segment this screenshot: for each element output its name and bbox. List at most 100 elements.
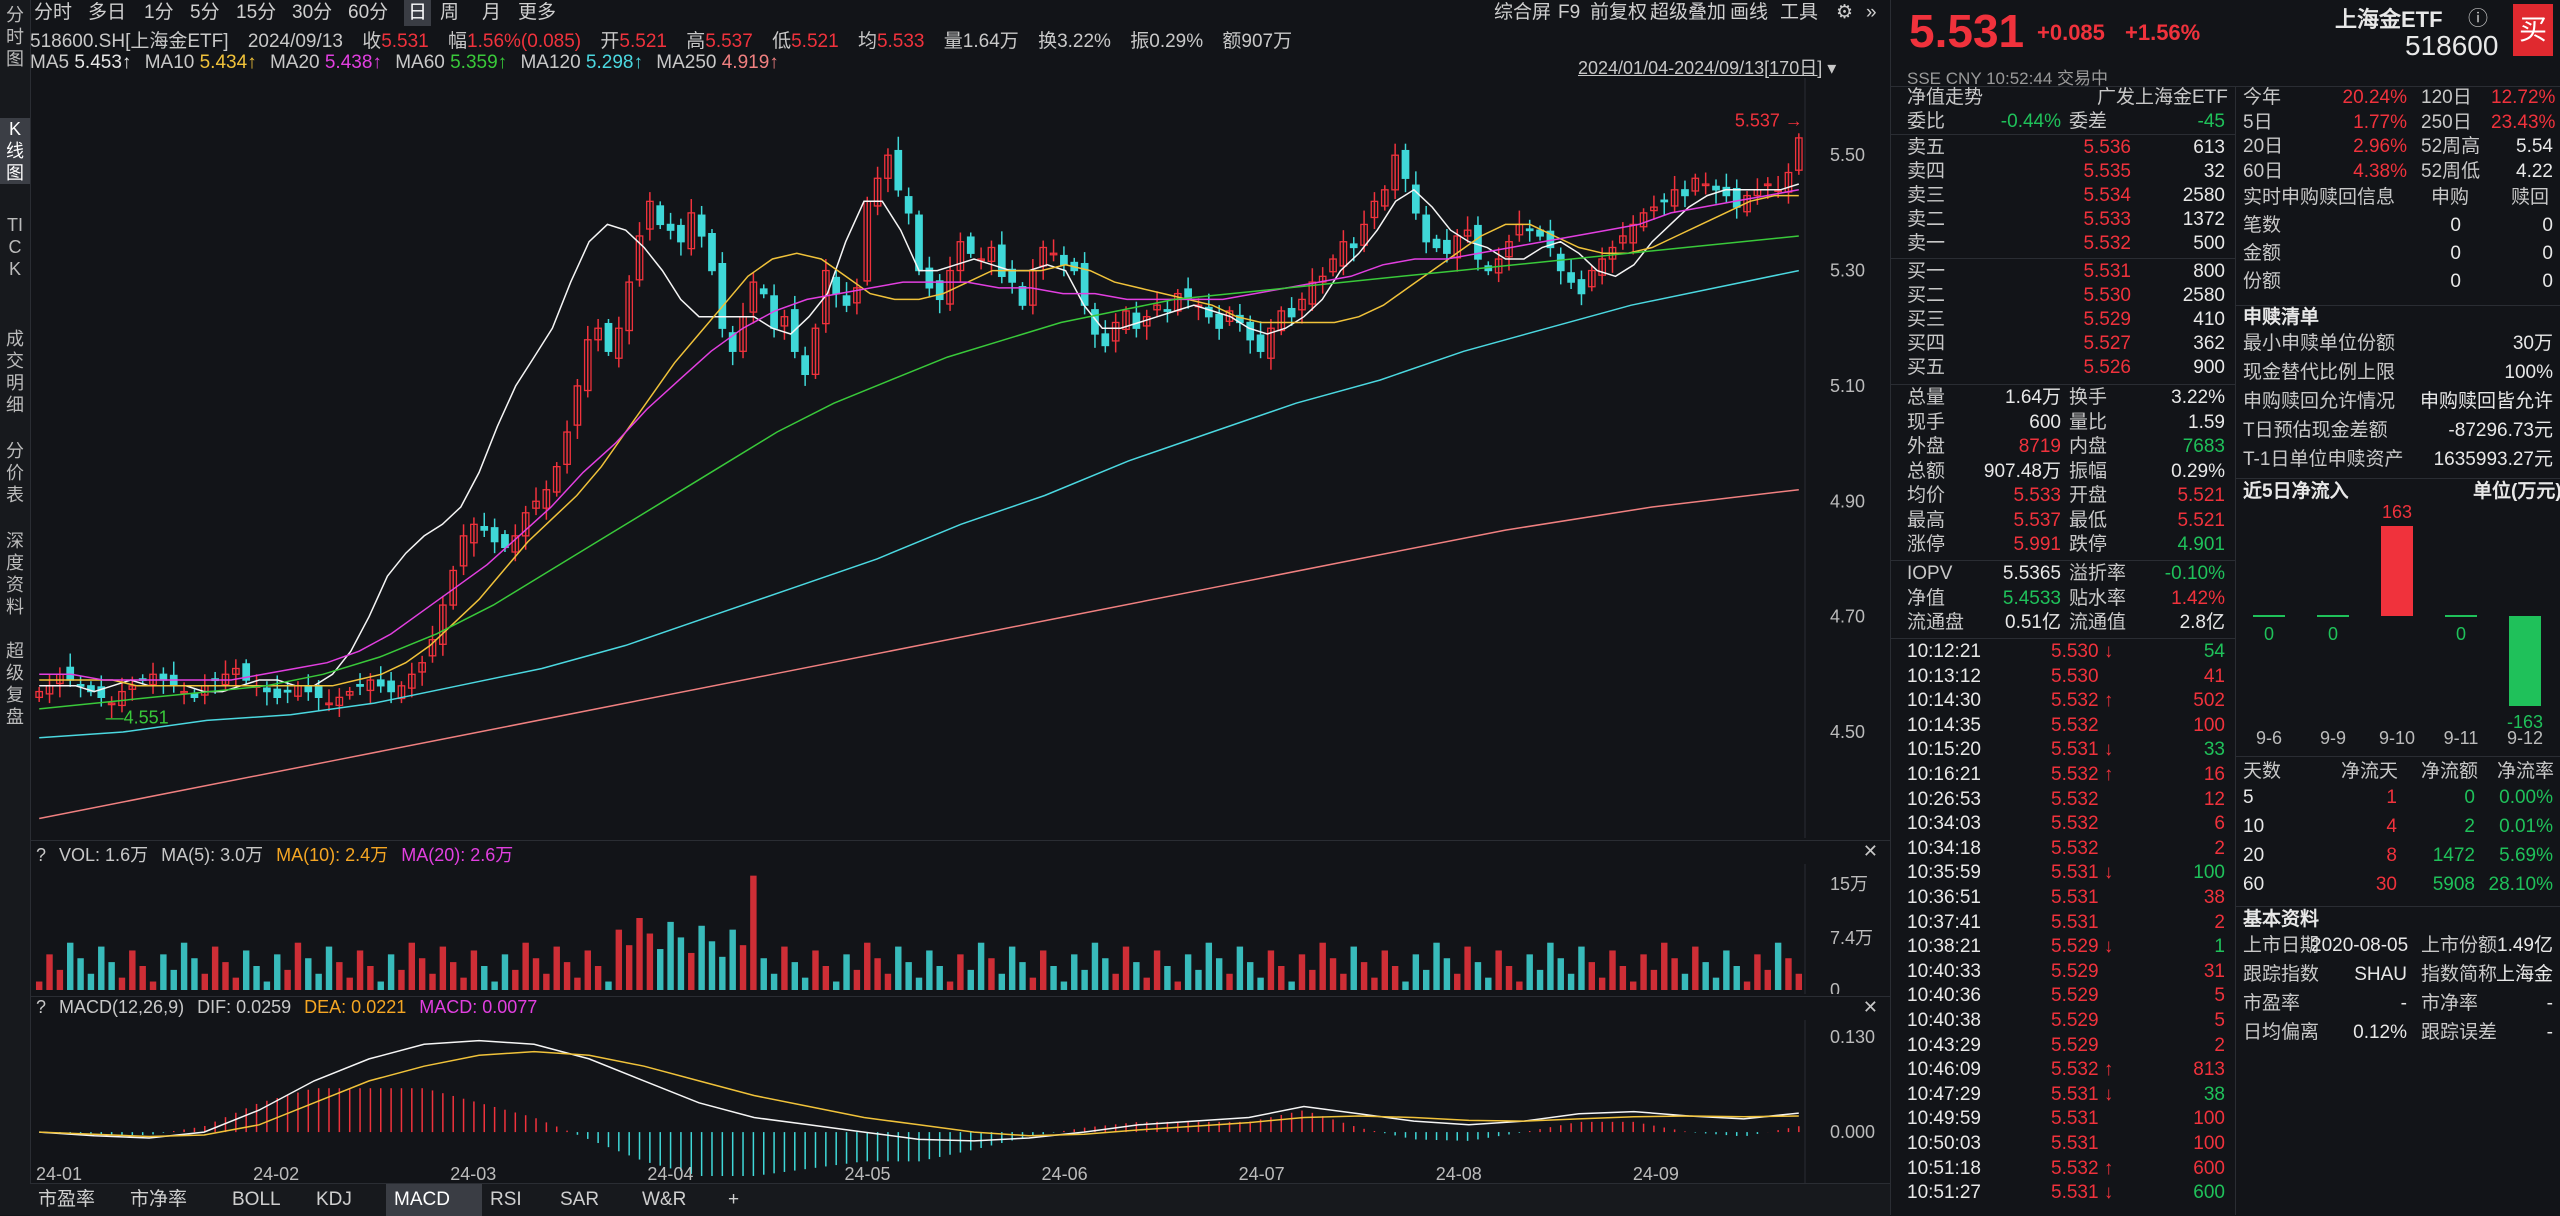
stat-label: 跌停: [2069, 534, 2108, 555]
iopv-label: 贴水率: [2069, 587, 2127, 609]
nav-trend-label[interactable]: 净值走势: [1907, 86, 1983, 110]
stat-value: 5.521: [2177, 509, 2225, 531]
volume-bar: [801, 977, 809, 990]
tick-volume: 33: [2203, 739, 2225, 761]
ma10-label: MA10: [144, 52, 195, 73]
settings-icon[interactable]: ⚙: [1836, 0, 1853, 26]
volume-bar: [1774, 942, 1782, 990]
tool-tools[interactable]: 工具: [1780, 0, 1818, 26]
perf-value: 12.72%: [2491, 87, 2556, 108]
kline-chart[interactable]: 5.50 5.30 5.10 4.90 4.70 4.50 5.537 → —4.551: [30, 78, 1890, 838]
volume-bar: [843, 954, 850, 990]
candle: [1018, 286, 1027, 306]
rail-tick[interactable]: TICK: [0, 214, 30, 280]
add-indicator-button[interactable]: +: [720, 1184, 747, 1216]
rail-depth[interactable]: 深度资料: [0, 530, 30, 618]
tab-boll[interactable]: BOLL: [224, 1184, 289, 1216]
tab-pe[interactable]: 市盈率: [30, 1184, 103, 1216]
redemption-value: 申购赎回皆允许: [2419, 391, 2553, 412]
info-icon[interactable]: ⓘ: [2468, 2, 2488, 31]
price-tick-label: 4.90: [1830, 491, 1865, 511]
tab-60min[interactable]: 60分: [348, 0, 388, 26]
rail-deals[interactable]: 成交明细: [0, 328, 30, 416]
candle: [273, 688, 282, 698]
volume-bar: [1567, 973, 1575, 990]
rail-kline[interactable]: K线图: [0, 118, 30, 184]
tab-1min[interactable]: 1分: [144, 0, 174, 26]
volume-bar: [305, 958, 312, 990]
candle: [832, 276, 841, 295]
tool-draw[interactable]: 画线: [1730, 0, 1768, 26]
volume-bar: [1464, 946, 1471, 990]
macd-help-icon[interactable]: ?: [36, 997, 46, 1017]
basic-value: -: [2546, 993, 2553, 1014]
collapse-icon[interactable]: »: [1866, 0, 1877, 26]
candle: [697, 214, 706, 237]
tab-5min[interactable]: 5分: [190, 0, 220, 26]
high-mark-label: 5.537 →: [1735, 110, 1803, 130]
tab-more[interactable]: 更多: [518, 0, 556, 26]
date-range[interactable]: 2024/01/04-2024/09/13[170日] ▾: [1578, 54, 1836, 80]
tick-price: 5.531 ↓: [2051, 739, 2114, 761]
tool-fq[interactable]: 前复权: [1590, 0, 1647, 26]
tab-fenshi[interactable]: 分时: [34, 0, 72, 26]
candle: [1287, 307, 1296, 318]
volume-bar: [532, 958, 540, 990]
tab-kdj[interactable]: KDJ: [308, 1184, 360, 1216]
volume-bar: [1402, 981, 1409, 990]
close-macd-icon[interactable]: ✕: [1863, 997, 1878, 1018]
tab-sar[interactable]: SAR: [552, 1184, 607, 1216]
volume-bar: [864, 942, 871, 990]
netflow-value: 0: [2456, 624, 2466, 644]
volume-bar: [1505, 966, 1513, 990]
rail-review[interactable]: 超级复盘: [0, 640, 30, 728]
high-value: 5.537: [705, 31, 753, 52]
tool-f9[interactable]: F9: [1558, 0, 1580, 26]
tab-macd[interactable]: MACD: [386, 1184, 482, 1216]
tick-time: 10:16:21: [1907, 764, 1981, 785]
tick-volume: 100: [2193, 1133, 2225, 1154]
stat-label: 最高: [1907, 509, 1946, 531]
tick-time: 10:51:27: [1907, 1182, 1981, 1204]
tab-week[interactable]: 周: [440, 0, 459, 26]
redemption-value: 100%: [2504, 362, 2553, 383]
tab-30min[interactable]: 30分: [292, 0, 332, 26]
buy-button[interactable]: 买: [2513, 4, 2553, 56]
tab-multiday[interactable]: 多日: [88, 0, 126, 26]
ask-volume: 1372: [2182, 209, 2225, 230]
volume-bar: [1443, 958, 1451, 990]
tick-time: 10:12:21: [1907, 641, 1981, 662]
vol-value: 1.64万: [962, 31, 1019, 52]
flow-amount: 2: [2464, 816, 2475, 837]
tab-pb[interactable]: 市净率: [122, 1184, 195, 1216]
tab-wr[interactable]: W&R: [634, 1184, 694, 1216]
tick-volume: 54: [2203, 641, 2225, 662]
volume-bar: [201, 973, 208, 990]
tab-month[interactable]: 月: [482, 0, 501, 26]
tool-overlay[interactable]: 超级叠加: [1650, 0, 1726, 26]
rail-price-table[interactable]: 分价表: [0, 440, 30, 506]
basic-value: 0.12%: [2353, 1022, 2407, 1043]
ask-price: 5.536: [2083, 137, 2131, 158]
volume-bar: [625, 945, 633, 990]
volume-bar: [87, 973, 95, 990]
tab-rsi[interactable]: RSI: [482, 1184, 530, 1216]
vol-help-icon[interactable]: ?: [36, 845, 46, 865]
close-vol-icon[interactable]: ✕: [1863, 841, 1878, 862]
volume-bar: [253, 966, 260, 990]
candle: [656, 205, 665, 226]
volume-bar: [1391, 966, 1399, 990]
candle: [759, 288, 768, 295]
volume-bar: [1215, 958, 1223, 990]
tick-price: 5.531 ↓: [2051, 1083, 2114, 1105]
tab-day[interactable]: 日: [404, 0, 432, 26]
volume-bar: [1795, 973, 1803, 990]
macd-chart: 0.130 0.000 24-01 24-02 24-03 24-04 24-05 24-06…: [36, 1020, 1875, 1183]
basic-info-title: 基本资料: [2243, 909, 2320, 930]
candle: [1132, 312, 1141, 329]
tool-composite[interactable]: 综合屏: [1494, 0, 1551, 26]
volume-bar: [377, 981, 384, 990]
tab-15min[interactable]: 15分: [236, 0, 276, 26]
x-tick-label: 24-01: [36, 1164, 82, 1183]
rail-fenshi[interactable]: 分时图: [0, 4, 30, 70]
